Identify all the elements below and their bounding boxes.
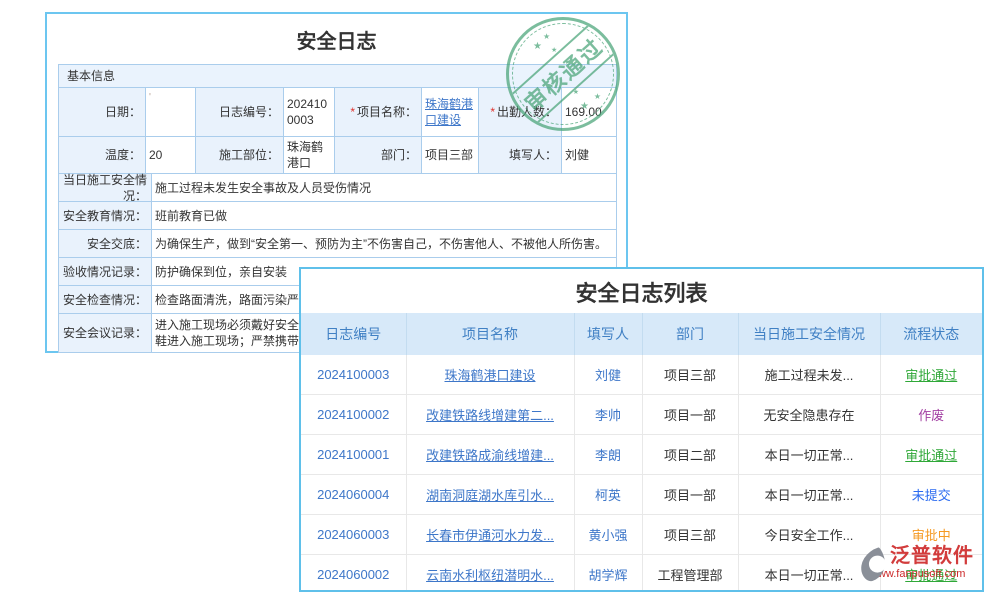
log-no-link[interactable]: 2024100002 bbox=[317, 407, 389, 422]
form-row-2: 温度： 20 施工部位： 珠海鹤港口 部门： 项目三部 填写人： 刘健 bbox=[59, 137, 616, 174]
department-cell: 项目三部 bbox=[642, 355, 738, 395]
safety-briefing-value: 为确保生产，做到“安全第一、预防为主”不伤害自己，不伤害他人、不被他人所伤害。 bbox=[152, 230, 616, 258]
status-badge: 作废 bbox=[918, 408, 944, 423]
table-header-row: 日志编号 项目名称 填写人 部门 当日施工安全情况 流程状态 bbox=[301, 313, 982, 355]
audit-approved-stamp: 审核通过 ★ ★ ★ ★ ★ ★ bbox=[506, 17, 620, 131]
log-no-link[interactable]: 2024060004 bbox=[317, 487, 389, 502]
stamp-star-icon: ★ bbox=[580, 102, 589, 112]
table-row: 2024060004 湖南洞庭湖水库引水... 柯英 项目一部 本日一切正常..… bbox=[301, 475, 982, 515]
log-no-value: 2024100003 bbox=[284, 88, 335, 137]
writer-link[interactable]: 柯英 bbox=[595, 488, 621, 503]
daily-safety-value: 施工过程未发生安全事故及人员受伤情况 bbox=[152, 174, 616, 202]
project-link[interactable]: 长春市伊通河水力发... bbox=[426, 528, 554, 543]
stamp-star-icon: ★ bbox=[551, 46, 557, 56]
department-value: 项目三部 bbox=[422, 137, 479, 174]
safety-education-label: 安全教育情况： bbox=[59, 202, 152, 230]
project-name-cell: 珠海鹤港口建设 bbox=[422, 88, 479, 137]
temperature-value: 20 bbox=[146, 137, 196, 174]
watermark-url: www.fanpusoft.com bbox=[870, 568, 1000, 581]
stamp-star-icon: ★ bbox=[573, 88, 579, 98]
project-name-label: *项目名称： bbox=[335, 88, 422, 137]
project-link[interactable]: 珠海鹤港口建设 bbox=[444, 368, 535, 383]
department-cell: 项目一部 bbox=[642, 475, 738, 515]
status-badge[interactable]: 审批通过 bbox=[905, 368, 957, 383]
log-no-link[interactable]: 2024060002 bbox=[317, 567, 389, 582]
department-label: 部门： bbox=[335, 137, 422, 174]
log-no-link[interactable]: 2024100003 bbox=[317, 367, 389, 382]
list-title: 安全日志列表 bbox=[301, 269, 982, 313]
daily-safety-cell: 本日一切正常... bbox=[738, 435, 880, 475]
table-row: 2024100001 改建铁路成渝线增建... 李朗 项目二部 本日一切正常..… bbox=[301, 435, 982, 475]
form-row-safety-education: 安全教育情况： 班前教育已做 bbox=[59, 202, 616, 230]
col-header-project[interactable]: 项目名称 bbox=[406, 313, 574, 355]
writer-value: 刘健 bbox=[562, 137, 616, 174]
department-cell: 项目二部 bbox=[642, 435, 738, 475]
safety-meeting-label: 安全会议记录： bbox=[59, 314, 152, 352]
form-row-daily-safety: 当日施工安全情况： 施工过程未发生安全事故及人员受伤情况 bbox=[59, 174, 616, 202]
temperature-label: 温度： bbox=[59, 137, 146, 174]
watermark-name: 泛普软件 bbox=[890, 544, 1000, 568]
department-cell: 工程管理部 bbox=[642, 555, 738, 593]
writer-link[interactable]: 黄小强 bbox=[588, 528, 627, 543]
daily-safety-label: 当日施工安全情况： bbox=[59, 174, 152, 202]
safety-inspection-label: 安全检查情况： bbox=[59, 286, 152, 314]
safety-education-value: 班前教育已做 bbox=[152, 202, 616, 230]
project-link[interactable]: 改建铁路成渝线增建... bbox=[426, 448, 554, 463]
writer-link[interactable]: 胡学辉 bbox=[588, 568, 627, 583]
col-header-department[interactable]: 部门 bbox=[642, 313, 738, 355]
table-row: 2024100002 改建铁路线增建第二... 李帅 项目一部 无安全隐患存在 … bbox=[301, 395, 982, 435]
stamp-star-icon: ★ bbox=[533, 42, 542, 52]
status-badge: 审批中 bbox=[912, 528, 951, 543]
project-link[interactable]: 云南水利枢纽潜明水... bbox=[426, 568, 554, 583]
required-asterisk: * bbox=[350, 104, 355, 120]
required-asterisk: * bbox=[490, 104, 495, 120]
project-link[interactable]: 湖南洞庭湖水库引水... bbox=[426, 488, 554, 503]
status-badge: 未提交 bbox=[912, 488, 951, 503]
project-link[interactable]: 改建铁路线增建第二... bbox=[426, 408, 554, 423]
writer-link[interactable]: 李朗 bbox=[595, 448, 621, 463]
department-cell: 项目一部 bbox=[642, 395, 738, 435]
date-value: ' bbox=[149, 90, 151, 106]
daily-safety-cell: 本日一切正常... bbox=[738, 475, 880, 515]
status-badge[interactable]: 审批通过 bbox=[905, 448, 957, 463]
log-no-link[interactable]: 2024100001 bbox=[317, 447, 389, 462]
writer-link[interactable]: 刘健 bbox=[595, 368, 621, 383]
col-header-writer[interactable]: 填写人 bbox=[574, 313, 642, 355]
form-row-safety-briefing: 安全交底： 为确保生产，做到“安全第一、预防为主”不伤害自己，不伤害他人、不被他… bbox=[59, 230, 616, 258]
work-site-value: 珠海鹤港口 bbox=[284, 137, 335, 174]
fanpu-watermark: 泛普软件 www.fanpusoft.com bbox=[858, 544, 1000, 581]
col-header-status[interactable]: 流程状态 bbox=[880, 313, 982, 355]
daily-safety-cell: 无安全隐患存在 bbox=[738, 395, 880, 435]
department-cell: 项目三部 bbox=[642, 515, 738, 555]
log-no-label: 日志编号： bbox=[196, 88, 284, 137]
daily-safety-cell: 施工过程未发... bbox=[738, 355, 880, 395]
writer-label: 填写人： bbox=[479, 137, 562, 174]
date-field[interactable]: ' bbox=[146, 88, 196, 137]
project-name-link[interactable]: 珠海鹤港口建设 bbox=[425, 96, 475, 128]
work-site-label: 施工部位： bbox=[196, 137, 284, 174]
writer-link[interactable]: 李帅 bbox=[595, 408, 621, 423]
col-header-log-no[interactable]: 日志编号 bbox=[301, 313, 406, 355]
date-label: 日期： bbox=[59, 88, 146, 137]
acceptance-record-label: 验收情况记录： bbox=[59, 258, 152, 286]
col-header-daily-safety[interactable]: 当日施工安全情况 bbox=[738, 313, 880, 355]
safety-briefing-label: 安全交底： bbox=[59, 230, 152, 258]
table-row: 2024100003 珠海鹤港口建设 刘健 项目三部 施工过程未发... 审批通… bbox=[301, 355, 982, 395]
stamp-star-icon: ★ bbox=[594, 92, 601, 102]
stamp-star-icon: ★ bbox=[543, 32, 550, 42]
log-no-link[interactable]: 2024060003 bbox=[317, 527, 389, 542]
